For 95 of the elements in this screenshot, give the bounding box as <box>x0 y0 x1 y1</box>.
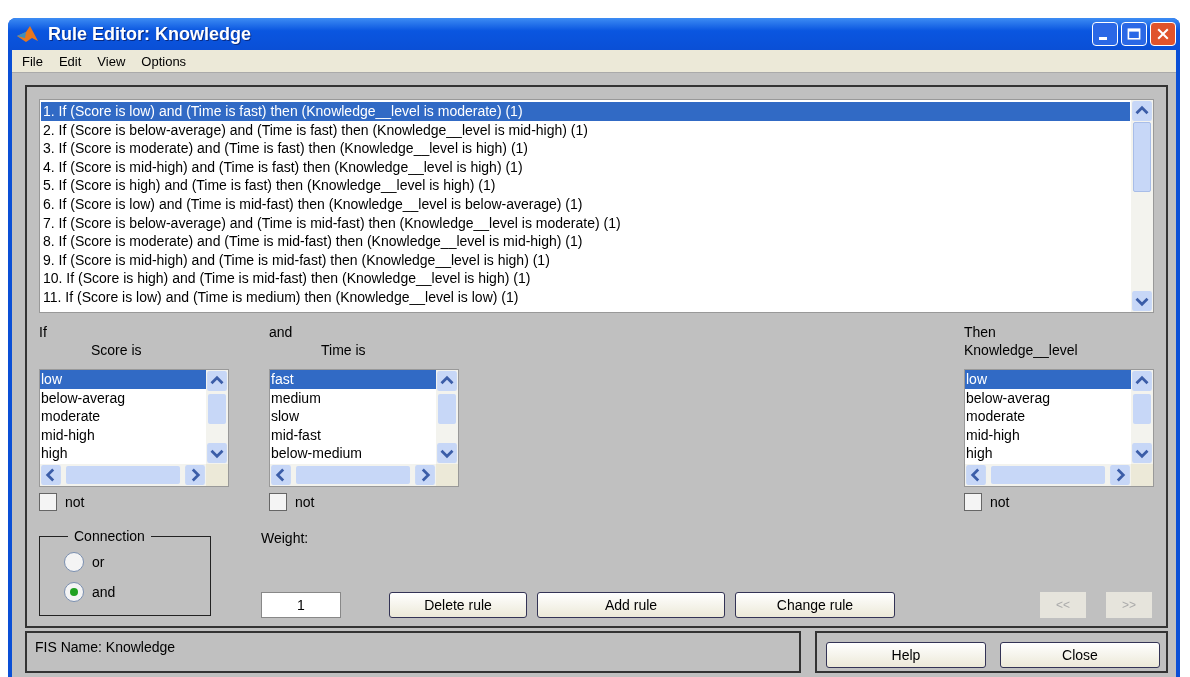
term-item[interactable]: low <box>965 370 1131 389</box>
term-item[interactable]: moderate <box>965 407 1131 426</box>
weight-field[interactable]: 1 <box>261 592 341 618</box>
rule-list[interactable] <box>39 99 1154 313</box>
logo-icon <box>16 24 40 44</box>
scroll-up-icon[interactable] <box>206 370 228 392</box>
checkbox[interactable] <box>964 493 982 511</box>
scroll-thumb[interactable] <box>208 394 226 424</box>
scroll-down-icon[interactable] <box>436 442 458 464</box>
menu-item[interactable]: View <box>89 53 134 69</box>
dialog-button[interactable]: Close <box>1000 642 1160 668</box>
rule-button[interactable]: Delete rule <box>389 592 527 618</box>
weight-label: Weight: <box>261 530 310 546</box>
term-item[interactable]: below-averag <box>965 388 1131 408</box>
menu-item[interactable]: Edit <box>50 53 90 69</box>
rule-item[interactable]: 11. If (Score is low) and (Time is medium) then (Knowledge__level is low) (1) <box>41 287 1130 307</box>
rule-item[interactable]: 5. If (Score is high) and (Time is fast) then (Knowledge__level is high) (1) <box>41 176 1130 195</box>
term-item[interactable]: fast <box>270 370 436 389</box>
scrollbar[interactable] <box>40 464 228 486</box>
radio-label: or <box>92 554 105 570</box>
scroll-thumb[interactable] <box>66 466 180 484</box>
rule-item[interactable]: 2. If (Score is below-average) and (Time is fast) then (Knowledge__level is mid-high) (1) <box>41 120 1130 140</box>
scroll-thumb[interactable] <box>991 466 1105 484</box>
term-item[interactable]: high <box>40 444 206 463</box>
connective-label: Then <box>964 323 997 341</box>
term-item[interactable]: mid-high <box>965 425 1131 445</box>
term-item[interactable]: below-medium <box>270 444 436 463</box>
scroll-down-icon[interactable] <box>1131 290 1153 312</box>
maximize-icon <box>1126 26 1142 42</box>
term-item[interactable]: high <box>965 444 1131 463</box>
dialog-button[interactable]: Help <box>826 642 986 668</box>
term-item[interactable]: low <box>40 370 206 389</box>
scroll-up-icon[interactable] <box>1131 370 1153 392</box>
scroll-thumb[interactable] <box>296 466 410 484</box>
scroll-right-icon[interactable] <box>414 464 436 486</box>
rule-item[interactable]: 10. If (Score is high) and (Time is mid-fast) then (Knowledge__level is high) (1) <box>41 269 1130 288</box>
variable-label: Knowledge__level <box>964 341 1079 359</box>
term-item[interactable]: slow <box>270 407 436 426</box>
minimize-button[interactable] <box>1092 22 1118 46</box>
scroll-left-icon[interactable] <box>40 464 62 486</box>
scroll-left-icon[interactable] <box>965 464 987 486</box>
menu-item[interactable]: Options <box>133 53 195 69</box>
checkbox-label: not <box>990 494 1010 510</box>
status-text: FIS Name: Knowledge <box>35 639 176 655</box>
rule-item[interactable]: 4. If (Score is mid-high) and (Time is fast) then (Knowledge__level is high) (1) <box>41 157 1130 177</box>
rule-item[interactable]: 3. If (Score is moderate) and (Time is fast) then (Knowledge__level is high) (1) <box>41 139 1130 158</box>
term-list[interactable]: fast medium slow mid-fast below-medium <box>269 369 459 487</box>
rule-item[interactable]: 9. If (Score is mid-high) and (Time is mid-fast) then (Knowledge__level is high) (1) <box>41 250 1130 270</box>
close-button[interactable] <box>1150 22 1176 46</box>
scroll-down-icon[interactable] <box>1131 442 1153 464</box>
rule-item[interactable]: 6. If (Score is low) and (Time is mid-fast) then (Knowledge__level is below-average) (1) <box>41 194 1130 214</box>
connective-label: If <box>39 323 48 341</box>
rule-item[interactable]: 1. If (Score is low) and (Time is fast) then (Knowledge__level is moderate) (1) <box>41 102 1130 121</box>
checkbox[interactable] <box>269 493 287 511</box>
scroll-thumb[interactable] <box>438 394 456 424</box>
radio-button[interactable] <box>64 582 84 602</box>
checkbox-label: not <box>65 494 85 510</box>
term-list[interactable]: low below-averag moderate mid-high high <box>964 369 1154 487</box>
term-item[interactable]: medium <box>270 388 436 408</box>
scroll-right-icon[interactable] <box>184 464 206 486</box>
term-list[interactable]: low below-averag moderate mid-high high <box>39 369 229 487</box>
scroll-thumb[interactable] <box>1133 394 1151 424</box>
rule-button[interactable]: Change rule <box>735 592 895 618</box>
close-icon <box>1155 26 1171 42</box>
radio-button[interactable] <box>64 552 84 572</box>
scroll-right-icon[interactable] <box>1109 464 1131 486</box>
radio-label: and <box>92 584 116 600</box>
checkbox[interactable] <box>39 493 57 511</box>
scroll-left-icon[interactable] <box>270 464 292 486</box>
scrollbar[interactable] <box>1131 370 1153 464</box>
scrollbar[interactable] <box>436 370 458 464</box>
term-item[interactable]: below-averag <box>40 388 206 408</box>
scroll-up-icon[interactable] <box>1131 100 1153 122</box>
term-item[interactable]: mid-high <box>40 425 206 445</box>
menu-item[interactable]: File <box>14 53 51 69</box>
variable-label: Time is <box>320 341 367 359</box>
rule-item[interactable]: 8. If (Score is moderate) and (Time is mid-fast) then (Knowledge__level is mid-high) (1) <box>41 232 1130 251</box>
rule-item[interactable]: 7. If (Score is below-average) and (Time is mid-fast) then (Knowledge__level is moderate) (1) <box>41 213 1130 233</box>
variable-label: Score is <box>90 341 143 359</box>
rule-button[interactable]: Add rule <box>537 592 725 618</box>
maximize-button[interactable] <box>1121 22 1147 46</box>
scroll-up-icon[interactable] <box>436 370 458 392</box>
minimize-icon <box>1099 37 1107 40</box>
scrollbar[interactable] <box>1131 100 1153 312</box>
window-title: Rule Editor: Knowledge <box>48 23 251 45</box>
scroll-down-icon[interactable] <box>206 442 228 464</box>
scrollbar[interactable] <box>965 464 1153 486</box>
term-item[interactable]: moderate <box>40 407 206 426</box>
scrollbar[interactable] <box>206 370 228 464</box>
connective-label: and <box>269 323 294 341</box>
scrollbar[interactable] <box>270 464 458 486</box>
term-item[interactable]: mid-fast <box>270 425 436 445</box>
group-title: Connection <box>68 528 151 544</box>
checkbox-label: not <box>295 494 315 510</box>
scroll-thumb[interactable] <box>1133 122 1151 192</box>
